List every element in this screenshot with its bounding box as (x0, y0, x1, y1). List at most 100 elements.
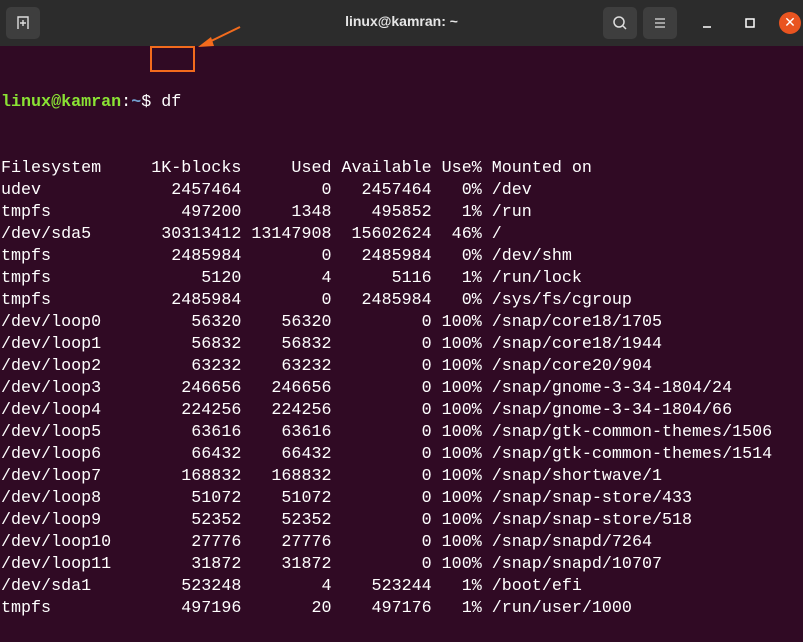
cell-used: 52352 (241, 511, 332, 530)
cell-blocks: 2485984 (141, 247, 242, 266)
command-highlight-box (150, 46, 195, 72)
cell-filesystem: /dev/sda5 (1, 225, 142, 244)
table-row: udev 2457464 0 2457464 0% /dev (1, 180, 772, 202)
cell-blocks: 5120 (141, 269, 242, 288)
cell-blocks: 27776 (141, 533, 242, 552)
cell-mounted-on: /dev (481, 181, 532, 200)
cell-filesystem: /dev/loop9 (1, 511, 142, 530)
cell-filesystem: /dev/loop8 (1, 489, 142, 508)
cell-filesystem: /dev/loop2 (1, 357, 142, 376)
cell-available: 0 (331, 379, 432, 398)
cell-used: 0 (241, 181, 332, 200)
cell-filesystem: /dev/loop5 (1, 423, 142, 442)
prompt-separator: : (121, 93, 132, 112)
cell-use-percent: 100% (431, 533, 482, 552)
cell-available: 0 (331, 335, 432, 354)
cell-use-percent: 1% (431, 269, 482, 288)
cell-used: 13147908 (241, 225, 332, 244)
header-used: Used (241, 159, 332, 178)
table-row: /dev/loop8 51072 51072 0 100% /snap/snap… (1, 488, 772, 510)
cell-mounted-on: /run/user/1000 (481, 599, 632, 618)
cell-available: 0 (331, 401, 432, 420)
cell-filesystem: /dev/loop0 (1, 313, 142, 332)
cell-filesystem: tmpfs (1, 269, 142, 288)
cell-blocks: 30313412 (141, 225, 242, 244)
cell-mounted-on: / (481, 225, 502, 244)
cell-mounted-on: /snap/snap-store/518 (481, 511, 693, 530)
cell-filesystem: /dev/loop1 (1, 335, 142, 354)
cell-available: 0 (331, 313, 432, 332)
header-available: Available (331, 159, 432, 178)
cell-filesystem: /dev/sda1 (1, 577, 142, 596)
table-row: /dev/loop9 52352 52352 0 100% /snap/snap… (1, 510, 772, 532)
cell-filesystem: /dev/loop7 (1, 467, 142, 486)
cell-used: 168832 (241, 467, 332, 486)
cell-used: 4 (241, 577, 332, 596)
minimize-button[interactable] (696, 12, 718, 34)
cell-mounted-on: /run/lock (481, 269, 582, 288)
cell-blocks: 63232 (141, 357, 242, 376)
cell-mounted-on: /snap/core18/1944 (481, 335, 662, 354)
minimize-icon (703, 26, 711, 28)
cell-available: 0 (331, 423, 432, 442)
table-row: /dev/loop6 66432 66432 0 100% /snap/gtk-… (1, 444, 772, 466)
cell-mounted-on: /sys/fs/cgroup (481, 291, 632, 310)
terminal-output[interactable]: linux@kamran:~$ df Filesystem 1K-blocks … (1, 48, 772, 642)
cell-mounted-on: /snap/core18/1705 (481, 313, 662, 332)
cell-available: 0 (331, 467, 432, 486)
cell-filesystem: /dev/loop3 (1, 379, 142, 398)
cell-filesystem: tmpfs (1, 203, 142, 222)
cell-use-percent: 100% (431, 467, 482, 486)
cell-use-percent: 0% (431, 181, 482, 200)
search-button[interactable] (603, 7, 637, 39)
cell-used: 1348 (241, 203, 332, 222)
cell-use-percent: 1% (431, 599, 482, 618)
cell-available: 495852 (331, 203, 432, 222)
table-row: /dev/sda5 30313412 13147908 15602624 46%… (1, 224, 772, 246)
table-row: tmpfs 2485984 0 2485984 0% /sys/fs/cgrou… (1, 290, 772, 312)
maximize-button[interactable] (739, 12, 761, 34)
cell-mounted-on: /snap/gtk-common-themes/1506 (481, 423, 773, 442)
table-row: tmpfs 497200 1348 495852 1% /run (1, 202, 772, 224)
cell-blocks: 497196 (141, 599, 242, 618)
prompt-line: linux@kamran:~$ df (1, 92, 772, 114)
cell-use-percent: 100% (431, 357, 482, 376)
table-row: /dev/sda1 523248 4 523244 1% /boot/efi (1, 576, 772, 598)
cell-used: 246656 (241, 379, 332, 398)
cell-blocks: 497200 (141, 203, 242, 222)
cell-used: 0 (241, 291, 332, 310)
close-button[interactable]: ✕ (779, 12, 801, 34)
menu-button[interactable] (643, 7, 677, 39)
cell-use-percent: 100% (431, 423, 482, 442)
cell-available: 0 (331, 555, 432, 574)
cell-used: 66432 (241, 445, 332, 464)
title-bar: linux@kamran: ~ ✕ (0, 0, 803, 46)
cell-filesystem: tmpfs (1, 291, 142, 310)
annotation-arrow-icon (198, 26, 241, 47)
prompt-symbol: $ (141, 93, 152, 112)
cell-use-percent: 46% (431, 225, 482, 244)
cell-available: 2485984 (331, 291, 432, 310)
cell-filesystem: tmpfs (1, 247, 142, 266)
cell-used: 0 (241, 247, 332, 266)
cell-filesystem: /dev/loop4 (1, 401, 142, 420)
cell-used: 63616 (241, 423, 332, 442)
cell-available: 15602624 (331, 225, 432, 244)
maximize-icon (745, 18, 755, 28)
table-row: /dev/loop10 27776 27776 0 100% /snap/sna… (1, 532, 772, 554)
cell-use-percent: 100% (431, 511, 482, 530)
cell-used: 56832 (241, 335, 332, 354)
cell-used: 31872 (241, 555, 332, 574)
cell-blocks: 168832 (141, 467, 242, 486)
cell-use-percent: 100% (431, 379, 482, 398)
cell-available: 0 (331, 445, 432, 464)
table-row: /dev/loop11 31872 31872 0 100% /snap/sna… (1, 554, 772, 576)
table-row: /dev/loop0 56320 56320 0 100% /snap/core… (1, 312, 772, 334)
cell-blocks: 56320 (141, 313, 242, 332)
cell-blocks: 31872 (141, 555, 242, 574)
cell-use-percent: 1% (431, 577, 482, 596)
cell-available: 0 (331, 489, 432, 508)
cell-filesystem: /dev/loop11 (1, 555, 142, 574)
cell-use-percent: 100% (431, 401, 482, 420)
header-mounted-on: Mounted on (481, 159, 592, 178)
